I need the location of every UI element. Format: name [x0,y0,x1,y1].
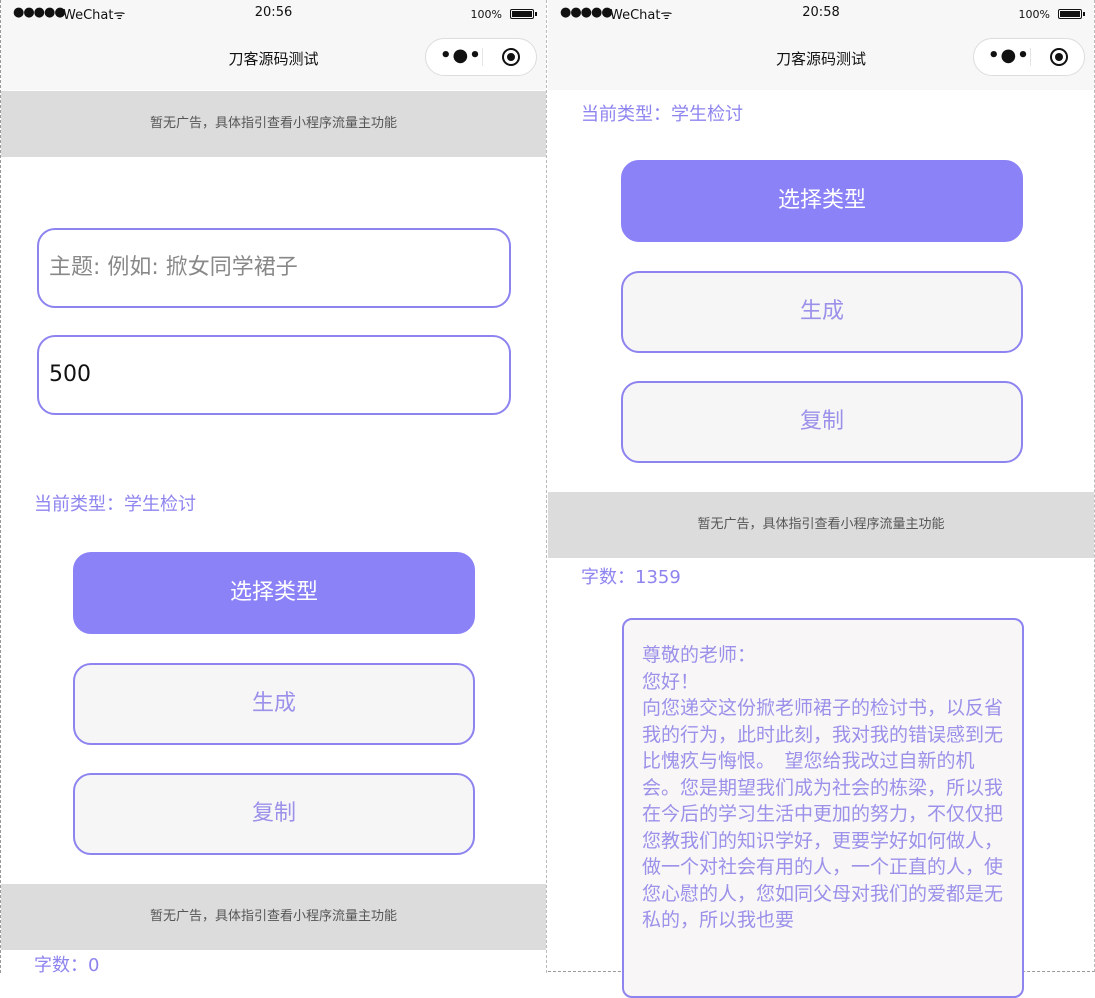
generated-essay-textarea[interactable]: 尊敬的老师： 您好！ 向您递交这份掀老师裙子的检讨书，以反省我的行为，此时此刻，… [622,618,1024,998]
battery-icon [510,9,537,19]
topic-input[interactable]: 主题: 例如: 掀女同学裙子 [37,228,511,308]
current-type-label: 当前类型：学生检讨 [34,494,196,515]
menu-capsule[interactable]: •●• [425,38,537,76]
more-icon[interactable]: •●• [440,45,482,66]
status-bar: ●●●●● WeChatᯤ 20:58 100% [548,0,1094,24]
ad-banner: 暂无广告，具体指引查看小程序流量主功能 [548,492,1094,558]
status-time: 20:58 [802,5,840,20]
status-time: 20:56 [254,5,293,20]
nav-bar: 刀客源码测试 •●• [1,24,546,90]
generate-button[interactable]: 生成 [621,271,1023,353]
copy-button[interactable]: 复制 [621,381,1023,463]
select-type-button[interactable]: 选择类型 [621,160,1023,242]
capsule-divider [482,48,483,66]
word-count-label: 字数：1359 [581,567,681,588]
battery-percent: 100% [470,8,502,21]
battery-percent: 100% [1018,8,1050,21]
battery-icon [1058,9,1085,19]
close-miniprogram-icon[interactable] [1050,48,1068,66]
select-type-button[interactable]: 选择类型 [73,552,475,634]
word-count-input[interactable]: 500 [37,335,511,415]
menu-capsule[interactable]: •●• [973,38,1085,76]
copy-button[interactable]: 复制 [73,773,475,855]
more-icon[interactable]: •●• [988,45,1030,66]
status-bar: ●●●●● WeChatᯤ 20:56 100% [1,0,546,24]
generate-button[interactable]: 生成 [73,663,475,745]
current-type-label: 当前类型：学生检讨 [581,104,743,125]
close-miniprogram-icon[interactable] [502,48,520,66]
ad-banner-bottom: 暂无广告，具体指引查看小程序流量主功能 [1,884,546,950]
nav-bar: 刀客源码测试 •●• [548,24,1094,90]
ad-banner-top: 暂无广告，具体指引查看小程序流量主功能 [1,91,546,157]
word-count-label: 字数：0 [34,955,100,973]
capsule-divider [1030,48,1031,66]
phone-screen-left: ●●●●● WeChatᯤ 20:56 100% 刀客源码测试 •●• 暂无广告… [0,0,547,973]
